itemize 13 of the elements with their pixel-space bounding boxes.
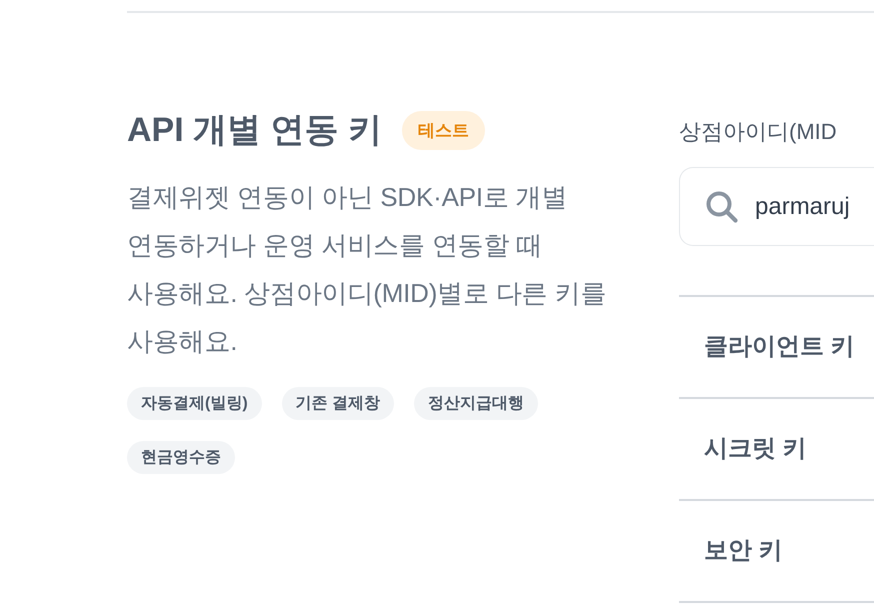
description-text: 결제위젯 연동이 아닌 SDK·API로 개별 연동하거나 운영 서비스를 연동할 때 사용해요. 상점아이디(MID)별로 다른 키를 사용해요.: [127, 181, 608, 358]
feature-tag: 정산지급대행: [414, 387, 538, 420]
key-row-title[interactable]: 시크릿 키: [704, 431, 807, 467]
search-icon: [705, 190, 738, 223]
feature-tag: 자동결제(빌링): [127, 387, 262, 420]
test-badge: 테스트: [402, 110, 486, 150]
merchant-id-label: 상점아이디(MID: [679, 118, 838, 146]
merchant-search-field[interactable]: parmaruj: [679, 167, 874, 246]
key-row-title[interactable]: 보안 키: [704, 533, 783, 569]
key-row-title[interactable]: 클라이언트 키: [704, 329, 855, 365]
section-title: API 개별 연동 키: [127, 110, 382, 151]
feature-tag: 기존 결제창: [282, 387, 394, 420]
feature-tag: 현금영수증: [127, 441, 235, 474]
